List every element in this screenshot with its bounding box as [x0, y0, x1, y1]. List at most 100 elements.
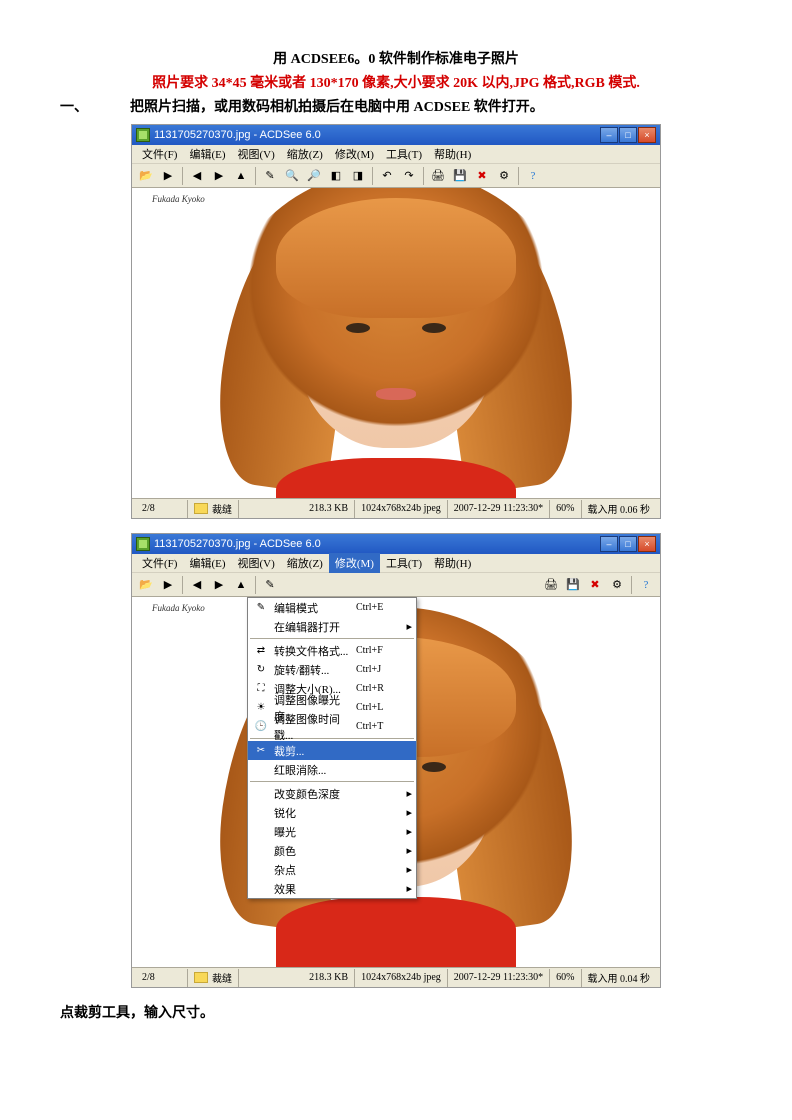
menu-item-edit-mode[interactable]: ✎编辑模式Ctrl+E	[248, 598, 416, 617]
status-folder: 裁缝	[188, 500, 239, 518]
menu-bar: 文件(F) 编辑(E) 视图(V) 缩放(Z) 修改(M) 工具(T) 帮助(H…	[132, 145, 660, 164]
status-zoom: 60%	[550, 500, 581, 518]
status-date: 2007-12-29 11:23:30*	[448, 969, 550, 987]
browse-icon[interactable]: 📂	[136, 575, 156, 595]
zoom-actual-icon[interactable]: ◨	[348, 166, 368, 186]
help-icon[interactable]: ?	[636, 575, 656, 595]
properties-icon[interactable]: ⚙	[607, 575, 627, 595]
status-date: 2007-12-29 11:23:30*	[448, 500, 550, 518]
status-dimensions: 1024x768x24b jpeg	[355, 969, 448, 987]
zoom-fit-icon[interactable]: ◧	[326, 166, 346, 186]
status-filesize: 218.3 KB	[303, 969, 355, 987]
menu-item-open-editor[interactable]: 在编辑器打开▸	[248, 617, 416, 636]
next-icon[interactable]: ▶	[209, 166, 229, 186]
slideshow-icon[interactable]: ▶	[158, 575, 178, 595]
menu-item-sharpen[interactable]: 锐化▸	[248, 803, 416, 822]
window-title: 1131705270370.jpg - ACDSee 6.0	[154, 129, 321, 141]
status-position: 2/8	[136, 969, 188, 987]
help-icon[interactable]: ?	[523, 166, 543, 186]
slideshow-icon[interactable]: ▶	[158, 166, 178, 186]
status-loadtime: 载入用 0.06 秒	[582, 500, 657, 518]
menu-item-effects[interactable]: 效果▸	[248, 879, 416, 898]
menu-file[interactable]: 文件(F)	[136, 553, 183, 573]
menu-zoom[interactable]: 缩放(Z)	[281, 553, 329, 573]
step-1: 一、 把照片扫描，或用数码相机拍摄后在电脑中用 ACDSEE 软件打开。	[60, 96, 732, 116]
menu-file[interactable]: 文件(F)	[136, 144, 183, 164]
step-1-text: 把照片扫描，或用数码相机拍摄后在电脑中用 ACDSEE 软件打开。	[130, 96, 732, 116]
menu-item-convert[interactable]: ⇄转换文件格式...Ctrl+F	[248, 641, 416, 660]
menu-help[interactable]: 帮助(H)	[428, 553, 477, 573]
menu-item-color[interactable]: 颜色▸	[248, 841, 416, 860]
menu-item-rotate[interactable]: ↻旋转/翻转...Ctrl+J	[248, 660, 416, 679]
edit-icon[interactable]: ✎	[260, 575, 280, 595]
image-viewport[interactable]: Fukada Kyoko	[132, 188, 660, 498]
close-button[interactable]: ×	[638, 536, 656, 552]
toolbar: 📂 ▶ ◀ ▶ ▲ ✎ 🖨 💾 ✖ ⚙ ?	[132, 573, 660, 597]
menu-view[interactable]: 视图(V)	[232, 553, 281, 573]
menu-tools[interactable]: 工具(T)	[380, 144, 428, 164]
app-icon	[136, 128, 150, 142]
zoom-out-icon[interactable]: 🔎	[304, 166, 324, 186]
status-loadtime: 载入用 0.04 秒	[582, 969, 657, 987]
menu-modify[interactable]: 修改(M)	[329, 553, 380, 573]
screenshot-1: 1131705270370.jpg - ACDSee 6.0 – □ × 文件(…	[131, 124, 661, 519]
minimize-button[interactable]: –	[600, 536, 618, 552]
modify-dropdown: ✎编辑模式Ctrl+E 在编辑器打开▸ ⇄转换文件格式...Ctrl+F ↻旋转…	[247, 597, 417, 899]
app-icon	[136, 537, 150, 551]
save-icon[interactable]: 💾	[450, 166, 470, 186]
image-viewport[interactable]: Fukada Kyoko ✎编辑模式Ctrl+E 在编辑器打开▸ ⇄转换文件格式…	[132, 597, 660, 967]
edit-icon[interactable]: ✎	[260, 166, 280, 186]
title-bar[interactable]: 1131705270370.jpg - ACDSee 6.0 – □ ×	[132, 125, 660, 145]
menu-item-crop[interactable]: ✂裁剪...	[248, 741, 416, 760]
menu-view[interactable]: 视图(V)	[232, 144, 281, 164]
save-icon[interactable]: 💾	[563, 575, 583, 595]
menu-edit[interactable]: 编辑(E)	[183, 144, 231, 164]
menu-help[interactable]: 帮助(H)	[428, 144, 477, 164]
footer-text: 点裁剪工具，输入尺寸。	[60, 1002, 732, 1022]
up-icon[interactable]: ▲	[231, 575, 251, 595]
prev-icon[interactable]: ◀	[187, 166, 207, 186]
requirement-text: 照片要求 34*45 毫米或者 130*170 像素,大小要求 20K 以内,J…	[60, 72, 732, 92]
status-filesize: 218.3 KB	[303, 500, 355, 518]
photo-content	[216, 188, 576, 498]
menu-item-timestamp[interactable]: 🕒调整图像时间戳...Ctrl+T	[248, 717, 416, 736]
status-folder: 裁缝	[188, 969, 239, 987]
status-bar: 2/8 裁缝 218.3 KB 1024x768x24b jpeg 2007-1…	[132, 498, 660, 518]
minimize-button[interactable]: –	[600, 127, 618, 143]
menu-zoom[interactable]: 缩放(Z)	[281, 144, 329, 164]
rotate-right-icon[interactable]: ↷	[399, 166, 419, 186]
zoom-in-icon[interactable]: 🔍	[282, 166, 302, 186]
window-title: 1131705270370.jpg - ACDSee 6.0	[154, 538, 321, 550]
menu-item-color-depth[interactable]: 改变颜色深度▸	[248, 784, 416, 803]
next-icon[interactable]: ▶	[209, 575, 229, 595]
menu-item-noise[interactable]: 杂点▸	[248, 860, 416, 879]
menu-modify[interactable]: 修改(M)	[329, 144, 380, 164]
up-icon[interactable]: ▲	[231, 166, 251, 186]
menu-edit[interactable]: 编辑(E)	[183, 553, 231, 573]
delete-icon[interactable]: ✖	[472, 166, 492, 186]
rotate-left-icon[interactable]: ↶	[377, 166, 397, 186]
step-1-num: 一、	[60, 96, 130, 116]
toolbar: 📂 ▶ ◀ ▶ ▲ ✎ 🔍 🔎 ◧ ◨ ↶ ↷ 🖨 💾 ✖ ⚙ ?	[132, 164, 660, 188]
properties-icon[interactable]: ⚙	[494, 166, 514, 186]
browse-icon[interactable]: 📂	[136, 166, 156, 186]
delete-icon[interactable]: ✖	[585, 575, 605, 595]
watermark-text: Fukada Kyoko	[152, 603, 205, 613]
watermark-text: Fukada Kyoko	[152, 194, 205, 204]
status-dimensions: 1024x768x24b jpeg	[355, 500, 448, 518]
print-icon[interactable]: 🖨	[428, 166, 448, 186]
title-bar[interactable]: 1131705270370.jpg - ACDSee 6.0 – □ ×	[132, 534, 660, 554]
screenshot-2: 1131705270370.jpg - ACDSee 6.0 – □ × 文件(…	[131, 533, 661, 988]
maximize-button[interactable]: □	[619, 127, 637, 143]
prev-icon[interactable]: ◀	[187, 575, 207, 595]
status-zoom: 60%	[550, 969, 581, 987]
status-bar: 2/8 裁缝 218.3 KB 1024x768x24b jpeg 2007-1…	[132, 967, 660, 987]
maximize-button[interactable]: □	[619, 536, 637, 552]
menu-item-redeye[interactable]: 红眼消除...	[248, 760, 416, 779]
menu-tools[interactable]: 工具(T)	[380, 553, 428, 573]
menu-item-exposure-sub[interactable]: 曝光▸	[248, 822, 416, 841]
print-icon[interactable]: 🖨	[541, 575, 561, 595]
page-title: 用 ACDSEE6。0 软件制作标准电子照片	[60, 48, 732, 68]
status-position: 2/8	[136, 500, 188, 518]
close-button[interactable]: ×	[638, 127, 656, 143]
